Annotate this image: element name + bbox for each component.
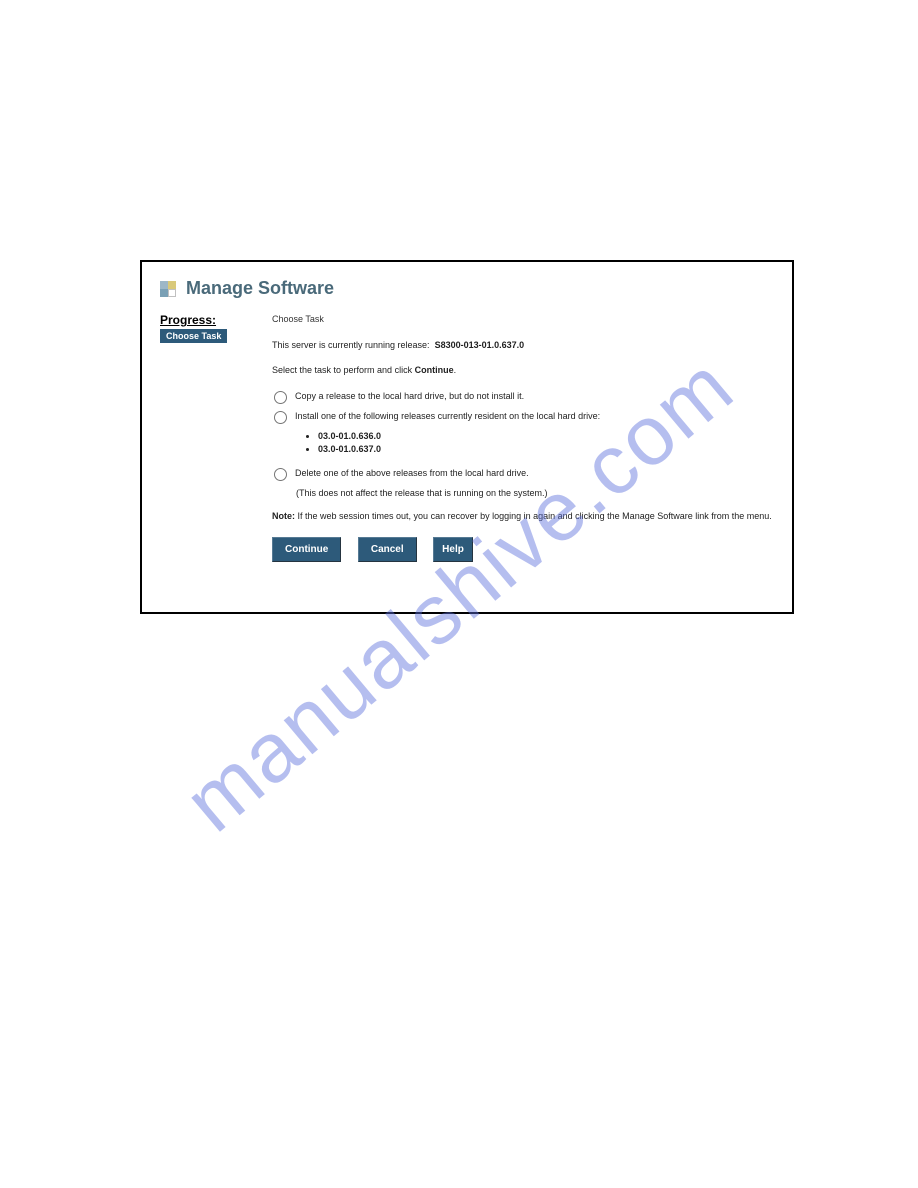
select-prefix: Select the task to perform and click [272, 365, 415, 375]
page-title: Manage Software [186, 278, 334, 299]
list-item: 03.0-01.0.637.0 [318, 443, 774, 457]
option-delete-label: Delete one of the above releases from th… [295, 467, 529, 481]
select-task-instruction: Select the task to perform and click Con… [272, 364, 774, 378]
option-copy-label: Copy a release to the local hard drive, … [295, 390, 524, 404]
progress-column: Progress: Choose Task [160, 313, 260, 562]
option-delete-subnote: (This does not affect the release that i… [296, 487, 774, 501]
help-button[interactable]: Help [433, 537, 473, 562]
continue-button[interactable]: Continue [272, 537, 341, 562]
header: Manage Software [142, 262, 792, 307]
main-column: Choose Task This server is currently run… [272, 313, 774, 562]
radio-copy[interactable] [274, 391, 287, 404]
list-item: 03.0-01.0.636.0 [318, 430, 774, 444]
app-logo-icon [160, 281, 176, 297]
option-install-label: Install one of the following releases cu… [295, 410, 600, 424]
running-release-value: S8300-013-01.0.637.0 [435, 340, 525, 350]
select-suffix: . [454, 365, 457, 375]
button-row: Continue Cancel Help [272, 537, 774, 562]
progress-step-choose-task: Choose Task [160, 329, 227, 343]
running-release-line: This server is currently running release… [272, 339, 774, 353]
cancel-button[interactable]: Cancel [358, 537, 417, 562]
option-install-release[interactable]: Install one of the following releases cu… [272, 410, 774, 424]
timeout-note: Note: If the web session times out, you … [272, 510, 774, 523]
option-delete-release[interactable]: Delete one of the above releases from th… [272, 467, 774, 481]
note-label: Note: [272, 511, 295, 521]
select-continue-word: Continue [415, 365, 454, 375]
radio-delete[interactable] [274, 468, 287, 481]
option-copy-release[interactable]: Copy a release to the local hard drive, … [272, 390, 774, 404]
progress-heading: Progress: [160, 313, 260, 327]
note-text: If the web session times out, you can re… [295, 511, 772, 521]
radio-install[interactable] [274, 411, 287, 424]
release-list: 03.0-01.0.636.0 03.0-01.0.637.0 [318, 430, 774, 457]
step-title: Choose Task [272, 313, 774, 327]
screenshot-frame: Manage Software Progress: Choose Task Ch… [140, 260, 794, 614]
running-release-prefix: This server is currently running release… [272, 340, 430, 350]
